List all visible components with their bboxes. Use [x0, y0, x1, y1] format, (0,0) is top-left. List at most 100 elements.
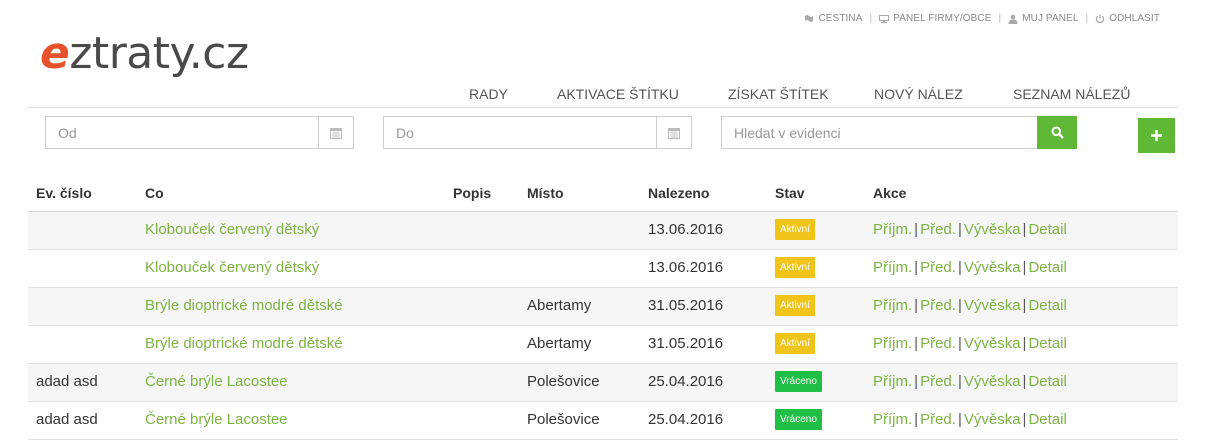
- language-label: CESTINA: [818, 13, 863, 24]
- plus-icon: [1151, 130, 1162, 141]
- nav-item-novy[interactable]: NOVÝ NÁLEZ: [874, 86, 963, 102]
- logout-label: ODHLASIT: [1109, 13, 1160, 24]
- nav-item-ziskat[interactable]: ZÍSKAT ŠTÍTEK: [728, 86, 829, 102]
- header-stav[interactable]: Stav: [775, 176, 805, 210]
- action-separator: |: [1022, 335, 1027, 352]
- action-detail-link[interactable]: Detail: [1028, 373, 1066, 390]
- action-pred-link[interactable]: Před.: [920, 221, 956, 238]
- header-co[interactable]: Co: [145, 176, 164, 210]
- table-row: Klobouček červený dětský 13.06.2016 Aktivn…: [28, 212, 1178, 250]
- company-panel-label: PANEL FIRMY/OBCE: [893, 13, 992, 24]
- cell-ev: adad asd: [36, 411, 98, 428]
- action-vyveska-link[interactable]: Vývěska: [964, 411, 1021, 428]
- action-prijm-link[interactable]: Příjm.: [873, 259, 912, 276]
- action-vyveska-link[interactable]: Vývěska: [964, 335, 1021, 352]
- action-detail-link[interactable]: Detail: [1028, 335, 1066, 352]
- search-input[interactable]: [722, 117, 1037, 148]
- item-name-link[interactable]: Brýle dioptrické modré dětské: [145, 288, 343, 324]
- findings-table: Ev. číslo Co Popis Místo Nalezeno Stav A…: [28, 176, 1178, 440]
- cell-misto: Abertamy: [527, 297, 592, 314]
- search-icon: [1051, 126, 1064, 139]
- nav-divider: [28, 107, 1178, 108]
- cell-akce: Příjm. | Před. | Vývěska | Detail: [873, 326, 1067, 362]
- user-icon: [1008, 14, 1018, 24]
- add-button[interactable]: [1138, 118, 1175, 153]
- action-prijm-link[interactable]: Příjm.: [873, 297, 912, 314]
- cell-akce: Příjm. | Před. | Vývěska | Detail: [873, 364, 1067, 400]
- action-separator: |: [957, 411, 962, 428]
- item-name-link[interactable]: Brýle dioptrické modré dětské: [145, 326, 343, 362]
- action-vyveska-link[interactable]: Vývěska: [964, 221, 1021, 238]
- company-panel-link[interactable]: PANEL FIRMY/OBCE: [879, 13, 991, 24]
- flag-icon: [805, 14, 814, 22]
- nav-item-aktivace[interactable]: AKTIVACE ŠTÍTKU: [557, 86, 679, 102]
- search-button[interactable]: [1037, 116, 1077, 149]
- header-popis[interactable]: Popis: [453, 176, 491, 210]
- action-separator: |: [1022, 411, 1027, 428]
- date-from-calendar-button[interactable]: [318, 117, 353, 148]
- item-name-link[interactable]: Černé brýle Lacostee: [145, 364, 288, 400]
- table-row: adad asd Černé brýle Lacostee Polešovice 25…: [28, 402, 1178, 440]
- date-from-input[interactable]: [46, 117, 353, 148]
- action-separator: |: [914, 373, 919, 390]
- power-icon: [1095, 14, 1105, 23]
- main-nav: RADY AKTIVACE ŠTÍTKU ZÍSKAT ŠTÍTEK NOVÝ …: [0, 86, 1206, 106]
- cell-akce: Příjm. | Před. | Vývěska | Detail: [873, 212, 1067, 248]
- action-separator: |: [957, 373, 962, 390]
- cell-nalezeno: 25.04.2016: [648, 411, 724, 428]
- action-pred-link[interactable]: Před.: [920, 373, 956, 390]
- table-row: Brýle dioptrické modré dětské Abertamy 31.…: [28, 288, 1178, 326]
- action-prijm-link[interactable]: Příjm.: [873, 221, 912, 238]
- header-nalezeno[interactable]: Nalezeno: [648, 176, 709, 210]
- cell-akce: Příjm. | Před. | Vývěska | Detail: [873, 288, 1067, 324]
- action-separator: |: [957, 221, 962, 238]
- action-separator: |: [957, 297, 962, 314]
- nav-item-seznam[interactable]: SEZNAM NÁLEZŮ: [1013, 86, 1130, 102]
- logout-link[interactable]: ODHLASIT: [1095, 13, 1160, 24]
- header-akce: Akce: [873, 185, 907, 201]
- action-vyveska-link[interactable]: Vývěska: [964, 259, 1021, 276]
- my-panel-label: MUJ PANEL: [1022, 13, 1079, 24]
- action-separator: |: [957, 259, 962, 276]
- action-prijm-link[interactable]: Příjm.: [873, 373, 912, 390]
- cell-nalezeno: 31.05.2016: [648, 335, 724, 352]
- action-pred-link[interactable]: Před.: [920, 297, 956, 314]
- item-name-link[interactable]: Klobouček červený dětský: [145, 250, 319, 286]
- table-row: Klobouček červený dětský 13.06.2016 Aktivn…: [28, 250, 1178, 288]
- status-badge: Aktivní: [775, 256, 816, 278]
- action-pred-link[interactable]: Před.: [920, 411, 956, 428]
- action-separator: |: [914, 259, 919, 276]
- action-detail-link[interactable]: Detail: [1028, 259, 1066, 276]
- action-separator: |: [914, 335, 919, 352]
- table-header: Ev. číslo Co Popis Místo Nalezeno Stav A…: [28, 176, 1178, 212]
- action-detail-link[interactable]: Detail: [1028, 297, 1066, 314]
- site-logo[interactable]: eztraty.cz: [40, 28, 249, 80]
- action-prijm-link[interactable]: Příjm.: [873, 335, 912, 352]
- cell-stav: Aktivní: [775, 288, 816, 324]
- cell-nalezeno: 25.04.2016: [648, 373, 724, 390]
- date-to-input[interactable]: [384, 117, 691, 148]
- action-separator: |: [914, 297, 919, 314]
- calendar-icon: [668, 127, 680, 139]
- action-detail-link[interactable]: Detail: [1028, 221, 1066, 238]
- nav-item-rady[interactable]: RADY: [469, 86, 508, 102]
- action-pred-link[interactable]: Před.: [920, 259, 956, 276]
- status-badge: Vráceno: [775, 370, 822, 392]
- calendar-icon: [330, 127, 342, 139]
- action-vyveska-link[interactable]: Vývěska: [964, 373, 1021, 390]
- my-panel-link[interactable]: MUJ PANEL: [1008, 13, 1078, 24]
- cell-stav: Aktivní: [775, 212, 816, 248]
- item-name-link[interactable]: Klobouček červený dětský: [145, 212, 319, 248]
- action-detail-link[interactable]: Detail: [1028, 411, 1066, 428]
- header-ev[interactable]: Ev. číslo: [36, 176, 92, 210]
- date-to-calendar-button[interactable]: [656, 117, 691, 148]
- action-vyveska-link[interactable]: Vývěska: [964, 297, 1021, 314]
- status-badge: Aktivní: [775, 294, 816, 316]
- action-pred-link[interactable]: Před.: [920, 335, 956, 352]
- language-link[interactable]: CESTINA: [804, 13, 862, 24]
- header-misto[interactable]: Místo: [527, 176, 564, 210]
- cell-akce: Příjm. | Před. | Vývěska | Detail: [873, 250, 1067, 286]
- action-prijm-link[interactable]: Příjm.: [873, 411, 912, 428]
- item-name-link[interactable]: Černé brýle Lacostee: [145, 402, 288, 438]
- top-utility-bar: CESTINA | PANEL FIRMY/OBCE | MUJ PANEL |…: [804, 13, 1160, 24]
